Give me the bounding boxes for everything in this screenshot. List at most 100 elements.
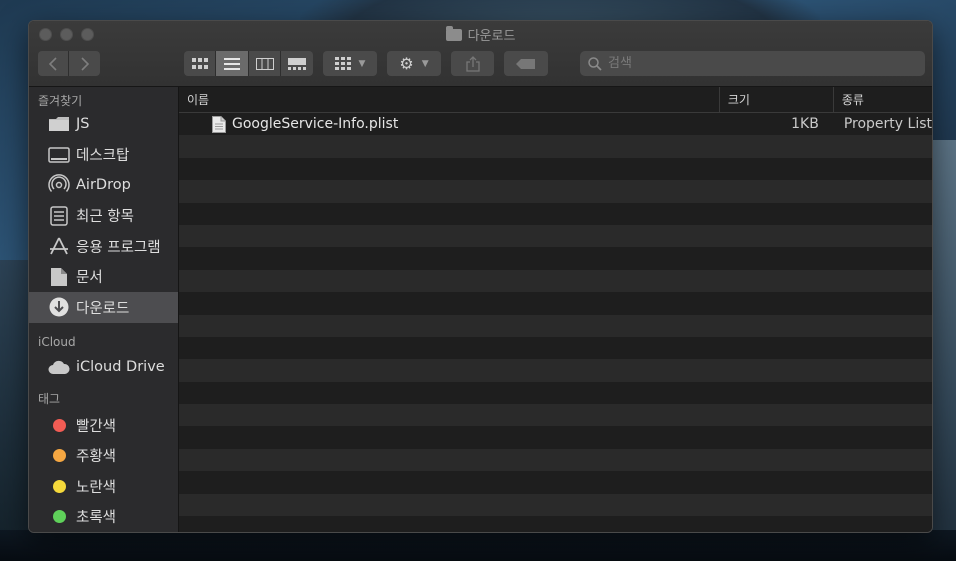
cloud-icon [48, 356, 70, 378]
group-by-button[interactable]: ▼ [323, 51, 377, 76]
sidebar-item-downloads[interactable]: 다운로드 [29, 292, 178, 323]
sidebar-item-documents[interactable]: 문서 [29, 262, 178, 293]
empty-row [179, 314, 932, 337]
share-icon [465, 55, 480, 72]
folder-icon [48, 113, 70, 135]
sidebar-item-applications[interactable]: 응용 프로그램 [29, 231, 178, 262]
empty-row [179, 180, 932, 203]
empty-row [179, 448, 932, 472]
table-row[interactable]: GoogleService-Info.plist 1KB Property Li… [179, 113, 932, 136]
sidebar-item-airdrop[interactable]: AirDrop [29, 170, 178, 201]
grid-icon [191, 57, 208, 69]
sidebar-item-label: 문서 [76, 270, 103, 287]
desktop-icon [48, 144, 70, 166]
forward-button[interactable] [69, 51, 100, 76]
search-icon [588, 56, 602, 71]
documents-icon [48, 266, 70, 288]
tag-green-dot-icon [48, 506, 70, 528]
file-rows: GoogleService-Info.plist 1KB Property Li… [179, 113, 932, 532]
airdrop-icon [48, 174, 70, 196]
file-size: 1KB [791, 116, 819, 133]
empty-row [179, 269, 932, 293]
sidebar-item-desktop[interactable]: 데스크탑 [29, 140, 178, 171]
sidebar-item-label: 응용 프로그램 [76, 239, 161, 256]
empty-row [179, 381, 932, 405]
folder-icon [445, 25, 462, 41]
tag-red-dot-icon [48, 414, 70, 436]
icloud-header: iCloud [38, 334, 76, 349]
gear-icon: ⚙ [399, 54, 414, 73]
columns-icon [255, 57, 274, 70]
empty-row [179, 224, 932, 248]
group-grid-icon [334, 56, 351, 70]
sidebar-item-icloud-drive[interactable]: iCloud Drive [29, 352, 178, 383]
window-title-text: 다운로드 [467, 29, 516, 44]
column-header-size[interactable]: 크기 [718, 87, 833, 112]
tag-orange-dot-icon [48, 445, 70, 467]
empty-row [179, 135, 932, 158]
empty-row [179, 247, 932, 270]
chevron-right-icon [80, 56, 89, 71]
empty-row [179, 359, 932, 382]
navigation-buttons [38, 51, 100, 76]
sidebar-item-label: JS [76, 116, 90, 133]
chevron-down-icon: ▼ [421, 58, 429, 69]
sidebar-item-label: 노란색 [76, 479, 117, 496]
downloads-icon [48, 296, 70, 318]
chevron-left-icon [48, 56, 57, 71]
sidebar-item-label: 초록색 [76, 510, 117, 527]
sidebar-item-tag-green[interactable]: 초록색 [29, 502, 178, 533]
sidebar-item-label: 빨간색 [76, 418, 117, 435]
sidebar-item-label: 데스크탑 [76, 148, 130, 165]
applications-icon [48, 235, 70, 257]
sidebar-item-label: 주황색 [76, 449, 117, 466]
empty-row [179, 493, 932, 517]
tags-header: 태그 [38, 392, 61, 406]
column-header-name[interactable]: 이름 [179, 87, 719, 112]
empty-row [179, 516, 932, 532]
sidebar-item-tag-yellow[interactable]: 노란색 [29, 471, 178, 502]
sidebar-item-label: AirDrop [76, 177, 131, 194]
empty-row [179, 404, 932, 427]
recents-icon [48, 205, 70, 227]
empty-row [179, 202, 932, 225]
tag-icon [516, 58, 535, 69]
favorites-header: 즐겨찾기 [38, 94, 83, 108]
share-button[interactable] [451, 51, 494, 76]
window-title: 다운로드 [29, 25, 932, 44]
file-kind: Property List [843, 116, 932, 133]
list-view-button[interactable] [216, 51, 249, 76]
empty-row [179, 157, 932, 181]
sidebar-item-label: 다운로드 [76, 300, 130, 317]
toolbar: 다운로드 ▼ ⚙ ▼ 검색 [29, 21, 932, 87]
search-input[interactable] [608, 56, 908, 71]
tag-yellow-dot-icon [48, 475, 70, 497]
edit-tags-button[interactable] [504, 51, 548, 76]
view-mode-selector [184, 51, 313, 76]
sidebar-item-tag-orange[interactable]: 주황색 [29, 441, 178, 472]
sidebar-item-recents[interactable]: 최근 항목 [29, 201, 178, 232]
column-view-button[interactable] [249, 51, 281, 76]
empty-row [179, 471, 932, 494]
column-header-kind[interactable]: 종류 [832, 87, 932, 112]
column-header-row: 이름 크기 종류 [179, 87, 932, 113]
sidebar-item-label: 최근 항목 [76, 209, 134, 226]
empty-row [179, 292, 932, 315]
search-field[interactable] [580, 51, 925, 76]
empty-row [179, 426, 932, 449]
icon-view-button[interactable] [184, 51, 216, 76]
sidebar-item-js[interactable]: JS [29, 109, 178, 140]
plist-file-icon [212, 115, 226, 133]
finder-window: 다운로드 ▼ ⚙ ▼ 검색 즐겨찾기 JS 데스크탑 AirDrop 최근 항목… [28, 20, 933, 533]
gallery-view-button[interactable] [281, 51, 313, 76]
file-list: 이름 크기 종류 GoogleService-Info.plist 1KB Pr… [179, 87, 932, 532]
empty-row [179, 336, 932, 360]
sidebar-item-label: iCloud Drive [76, 358, 165, 375]
list-icon [224, 57, 240, 70]
sidebar-item-tag-red[interactable]: 빨간색 [29, 410, 178, 441]
back-button[interactable] [38, 51, 69, 76]
action-menu-button[interactable]: ⚙ ▼ [387, 51, 441, 76]
chevron-down-icon: ▼ [358, 58, 366, 69]
gallery-icon [288, 57, 306, 70]
file-name: GoogleService-Info.plist [232, 116, 399, 133]
